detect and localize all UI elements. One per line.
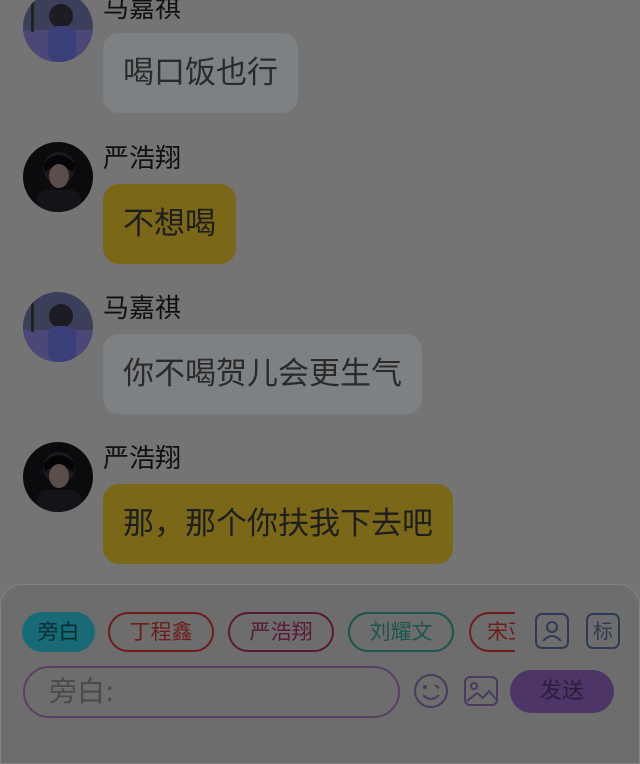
sender-name: 马嘉祺 bbox=[103, 0, 182, 24]
sender-name: 严浩翔 bbox=[103, 444, 182, 474]
sender-name: 严浩翔 bbox=[103, 144, 182, 174]
avatar[interactable] bbox=[23, 142, 93, 212]
character-chip-bar[interactable]: 旁白 丁程鑫 严浩翔 刘耀文 宋亚 bbox=[22, 612, 515, 652]
message-bubble[interactable]: 不想喝 bbox=[103, 184, 236, 264]
send-button[interactable]: 发送 bbox=[510, 670, 614, 713]
image-icon bbox=[464, 676, 498, 706]
message-bubble[interactable]: 你不喝贺儿会更生气 bbox=[103, 334, 422, 414]
avatar[interactable] bbox=[23, 292, 93, 362]
avatar[interactable] bbox=[23, 442, 93, 512]
chip-narrator[interactable]: 旁白 bbox=[22, 612, 95, 652]
chip-liuyaowen[interactable]: 刘耀文 bbox=[348, 612, 454, 652]
person-card-icon bbox=[542, 621, 562, 642]
sender-name: 马嘉祺 bbox=[103, 294, 182, 324]
emoji-button[interactable] bbox=[413, 673, 449, 709]
chip-yanhaoxiang[interactable]: 严浩翔 bbox=[228, 612, 334, 652]
chip-dingchengxin[interactable]: 丁程鑫 bbox=[108, 612, 214, 652]
message-bubble[interactable]: 那，那个你扶我下去吧 bbox=[103, 484, 453, 564]
avatar[interactable] bbox=[23, 0, 93, 62]
emoji-icon bbox=[414, 674, 448, 708]
chip-songyaxuan[interactable]: 宋亚 bbox=[469, 612, 515, 652]
image-button[interactable] bbox=[463, 673, 499, 709]
character-card-button[interactable] bbox=[535, 613, 569, 649]
message-input[interactable]: 旁白: bbox=[23, 666, 400, 718]
message-bubble[interactable]: 喝口饭也行 bbox=[103, 33, 298, 113]
tag-button[interactable]: 标 bbox=[586, 613, 620, 649]
